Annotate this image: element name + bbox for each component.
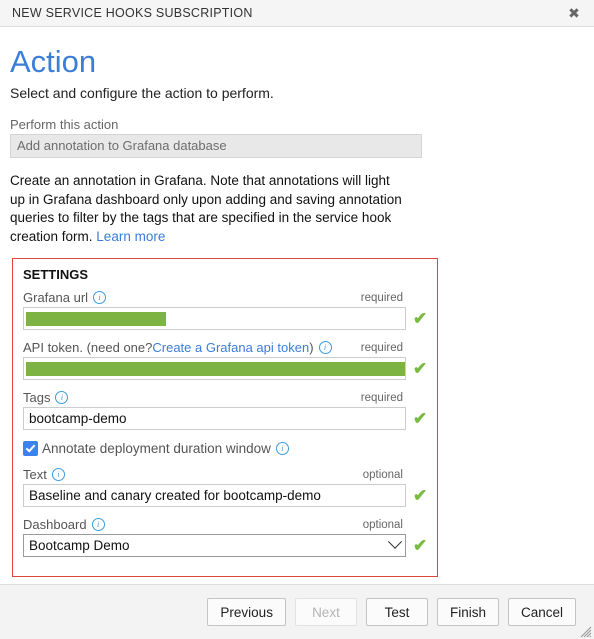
info-icon[interactable]: i — [93, 291, 107, 304]
resize-grip-icon[interactable] — [578, 624, 592, 638]
dashboard-row: Bootcamp Demo ✔ — [23, 534, 429, 557]
dialog-title: NEW SERVICE HOOKS SUBSCRIPTION — [12, 6, 253, 20]
info-icon[interactable]: i — [55, 391, 69, 404]
previous-button[interactable]: Previous — [207, 598, 286, 626]
grafana-url-input[interactable] — [23, 307, 406, 330]
info-icon[interactable]: i — [91, 518, 105, 531]
text-label: Text — [23, 467, 47, 482]
perform-action-input: Add annotation to Grafana database — [10, 134, 422, 158]
redaction-bar — [26, 312, 166, 326]
annotate-duration-checkbox[interactable] — [23, 440, 38, 456]
test-button[interactable]: Test — [365, 598, 428, 626]
close-icon[interactable]: ✖ — [554, 0, 594, 27]
dialog-titlebar: NEW SERVICE HOOKS SUBSCRIPTION ✖ — [0, 0, 594, 27]
tags-input[interactable]: bootcamp-demo — [23, 407, 406, 430]
annotate-duration-row: Annotate deployment duration window i — [23, 439, 429, 457]
api-token-requirement: required — [360, 341, 403, 354]
api-token-label-prefix: API token. (need one? — [23, 340, 153, 355]
dashboard-value: Bootcamp Demo — [29, 538, 130, 553]
dialog-footer: Previous Next Test Finish Cancel — [0, 584, 594, 639]
page-title: Action — [10, 44, 97, 79]
tags-label-row: Tags i required — [23, 389, 429, 406]
tags-label: Tags — [23, 390, 51, 405]
create-api-token-link[interactable]: Create a Grafana api token — [152, 340, 309, 355]
dialog-content: Action Select and configure the action t… — [0, 27, 594, 577]
tags-valid-icon: ✔ — [413, 408, 428, 428]
api-token-row: ✔ — [23, 357, 429, 380]
info-icon[interactable]: i — [51, 468, 65, 481]
tags-value: bootcamp-demo — [29, 411, 127, 426]
text-label-row: Text i optional — [23, 466, 429, 483]
page-subtitle: Select and configure the action to perfo… — [10, 85, 274, 101]
dashboard-requirement: optional — [362, 518, 403, 531]
api-token-valid-icon: ✔ — [413, 358, 428, 378]
settings-heading: SETTINGS — [23, 267, 89, 282]
annotate-duration-label: Annotate deployment duration window — [42, 440, 271, 456]
finish-button[interactable]: Finish — [436, 598, 499, 626]
learn-more-link[interactable]: Learn more — [96, 229, 165, 244]
text-input[interactable]: Baseline and canary created for bootcamp… — [23, 484, 406, 507]
settings-panel: SETTINGS Grafana url i required ✔ API to… — [12, 258, 438, 577]
next-button: Next — [294, 598, 357, 626]
text-value: Baseline and canary created for bootcamp… — [29, 488, 321, 503]
grafana-url-row: ✔ — [23, 307, 429, 330]
tags-row: bootcamp-demo ✔ — [23, 407, 429, 430]
dashboard-valid-icon: ✔ — [413, 535, 428, 555]
grafana-url-requirement: required — [360, 291, 403, 304]
text-requirement: optional — [362, 468, 403, 481]
api-token-label-row: API token. (need one? Create a Grafana a… — [23, 339, 429, 356]
grafana-url-label: Grafana url — [23, 290, 89, 305]
chevron-down-icon[interactable] — [387, 534, 403, 549]
action-description-text: Create an annotation in Grafana. Note th… — [10, 173, 402, 244]
api-token-input[interactable] — [23, 357, 406, 380]
redaction-bar — [26, 362, 405, 376]
cancel-button[interactable]: Cancel — [507, 598, 576, 626]
info-icon[interactable]: i — [318, 341, 332, 354]
text-valid-icon: ✔ — [413, 485, 428, 505]
dashboard-select[interactable]: Bootcamp Demo — [23, 534, 406, 557]
tags-requirement: required — [360, 391, 403, 404]
info-icon[interactable]: i — [275, 441, 289, 455]
dashboard-label-row: Dashboard i optional — [23, 516, 429, 533]
api-token-label-suffix: ) — [309, 340, 314, 355]
dashboard-label: Dashboard — [23, 517, 87, 532]
grafana-url-label-row: Grafana url i required — [23, 289, 429, 306]
action-description: Create an annotation in Grafana. Note th… — [10, 172, 402, 246]
grafana-url-valid-icon: ✔ — [413, 308, 428, 328]
text-row: Baseline and canary created for bootcamp… — [23, 484, 429, 507]
perform-action-label: Perform this action — [10, 117, 119, 132]
